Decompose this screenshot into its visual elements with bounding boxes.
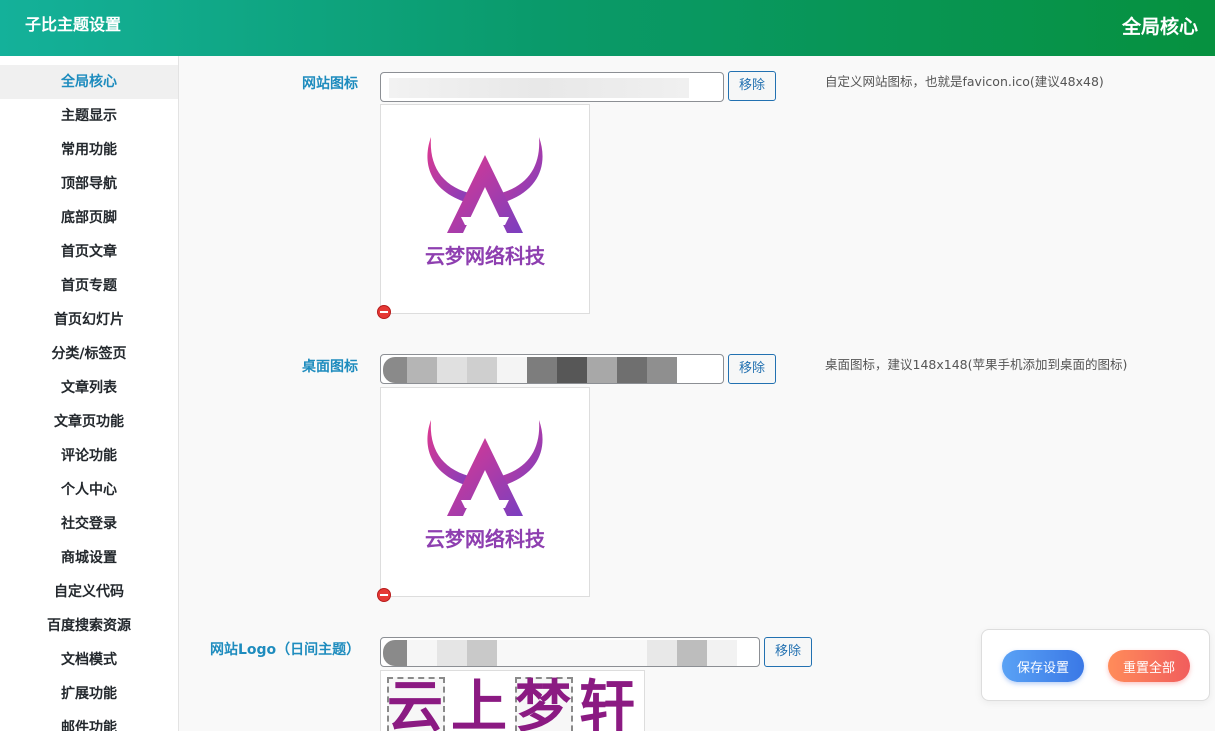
sidebar-item[interactable]: 顶部导航 (0, 167, 178, 201)
logo-char: 上 (451, 674, 507, 731)
sidebar-item[interactable]: 个人中心 (0, 473, 178, 507)
sidebar-item[interactable]: 扩展功能 (0, 677, 178, 711)
favicon-delete-icon[interactable] (377, 305, 391, 319)
svg-text:云梦网络科技: 云梦网络科技 (425, 244, 546, 268)
desktop-icon-preview-image: 云梦网络科技 (380, 387, 590, 597)
sidebar-item[interactable]: 社交登录 (0, 507, 178, 541)
sidebar-menu: 全局核心 主题显示 常用功能 顶部导航 底部页脚 首页文章 首页专题 首页幻灯片 分类/标签页文… (0, 56, 178, 731)
logo-day-preview-image: 云 上 梦 轩 (380, 670, 645, 731)
sidebar-item[interactable]: 自定义代码 (0, 575, 178, 609)
reset-all-button[interactable]: 重置全部 (1108, 650, 1190, 682)
sidebar-item[interactable]: 百度搜索资源 (0, 609, 178, 643)
save-settings-button[interactable]: 保存设置 (1002, 650, 1084, 682)
sidebar-item[interactable]: 分类/标签页 (0, 337, 178, 371)
sidebar-item[interactable]: 文章页功能 (0, 405, 178, 439)
settings-sidebar: 全局核心 主题显示 常用功能 顶部导航 底部页脚 首页文章 首页专题 首页幻灯片 分类/标签页文… (0, 56, 179, 731)
favicon-preview-image: 云梦网络科技 (380, 104, 590, 314)
brand-logo-icon: 云梦网络科技 (425, 137, 546, 268)
sidebar-item[interactable]: 首页文章 (0, 235, 178, 269)
favicon-url-input[interactable] (380, 72, 724, 102)
sidebar-item[interactable]: 评论功能 (0, 439, 178, 473)
current-section-title: 全局核心 (1121, 16, 1198, 38)
desktop-icon-url-input[interactable] (380, 354, 724, 384)
desktop-icon-remove-button[interactable]: 移除 (728, 354, 777, 384)
floating-action-panel: 保存设置 重置全部 (981, 629, 1210, 701)
sidebar-item[interactable]: 全局核心 (0, 65, 178, 99)
sidebar-item[interactable]: 文章列表 (0, 371, 178, 405)
favicon-remove-button[interactable]: 移除 (728, 71, 777, 101)
sidebar-item[interactable]: 商城设置 (0, 541, 178, 575)
top-header: 子比主题设置 全局核心 (0, 0, 1215, 56)
logo-char: 轩 (579, 674, 635, 731)
sidebar-item[interactable]: 邮件功能 (0, 711, 178, 731)
favicon-description: 自定义网站图标，也就是favicon.ico(建议48x48) (825, 74, 1104, 89)
logo-day-remove-button[interactable]: 移除 (764, 637, 813, 667)
desktop-icon-delete-icon[interactable] (377, 588, 391, 602)
logo-char: 梦 (515, 674, 571, 731)
logo-day-label: 网站Logo（日间主题） (210, 642, 361, 658)
desktop-icon-description: 桌面图标，建议148x148(苹果手机添加到桌面的图标) (825, 357, 1128, 372)
favicon-label: 网站图标 (302, 76, 358, 92)
sidebar-item[interactable]: 首页专题 (0, 269, 178, 303)
sidebar-item[interactable]: 主题显示 (0, 99, 178, 133)
page-title: 子比主题设置 (25, 15, 122, 34)
logo-day-url-input[interactable] (380, 637, 760, 667)
sidebar-item[interactable]: 首页幻灯片 (0, 303, 178, 337)
logo-char: 云 (387, 674, 443, 731)
sidebar-item[interactable]: 底部页脚 (0, 201, 178, 235)
desktop-icon-label: 桌面图标 (302, 359, 358, 375)
svg-text:云梦网络科技: 云梦网络科技 (425, 527, 546, 551)
brand-logo-icon: 云梦网络科技 (425, 420, 546, 551)
sidebar-item[interactable]: 常用功能 (0, 133, 178, 167)
sidebar-item[interactable]: 文档模式 (0, 643, 178, 677)
